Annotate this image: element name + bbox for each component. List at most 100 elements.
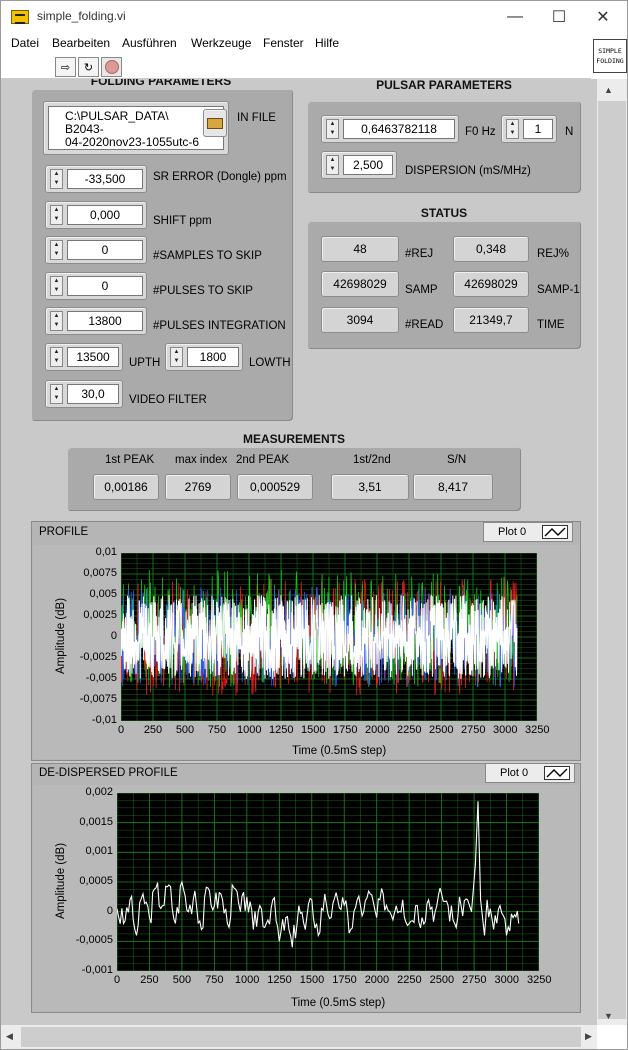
shift-field[interactable]: 0,000 [67,205,143,225]
x-tick-label: 500 [172,974,192,986]
rej-percent-indicator: 0,348 [453,236,529,262]
y-tick-label: 0,002 [85,786,113,798]
upth-spin[interactable]: ▲ ▼ [50,347,63,367]
labview-app-icon [11,10,29,24]
menu-ausfuehren[interactable]: Ausführen [122,36,177,50]
menu-fenster[interactable]: Fenster [263,36,304,50]
y-tick-label: -0,001 [81,964,113,976]
pulses-skip-spin[interactable]: ▲ ▼ [50,276,63,296]
browse-folder-icon[interactable] [203,109,227,137]
samp-indicator: 42698029 [321,271,399,297]
pulses-skip-control[interactable]: ▲ ▼ 0 [45,272,147,300]
f0-control[interactable]: ▲ ▼ 0,6463782118 [321,115,459,143]
x-tick-label: 2750 [461,724,486,736]
dedispersed-plot-area[interactable] [116,792,540,972]
peak2-label: 2nd PEAK [236,454,290,466]
sr-error-control[interactable]: ▲ ▼ -33,500 [45,165,147,193]
pulses-skip-label: #PULSES TO SKIP [153,285,253,297]
x-tick-label: 750 [205,974,224,986]
y-tick-label: 0,0015 [79,815,113,828]
close-button[interactable]: ✕ [581,1,625,33]
vi-icon-line1: SIMPLE [598,47,622,55]
menu-bearbeiten[interactable]: Bearbeiten [52,36,110,50]
menu-bar: Datei Bearbeiten Ausführen Werkzeuge Fen… [1,33,591,55]
upth-control[interactable]: ▲ ▼ 13500 [45,343,123,371]
in-file-path-field[interactable]: C:\PULSAR_DATA\ B2043- 04-2020nov23-1055… [48,106,224,150]
dedispersed-title: DE-DISPERSED PROFILE [39,767,178,779]
dispersion-spin[interactable]: ▲ ▼ [326,155,339,175]
y-tick-label: 0,001 [85,845,113,858]
shift-spin[interactable]: ▲ ▼ [50,205,63,225]
abort-stop-icon[interactable] [101,57,122,77]
lowth-control[interactable]: ▲ ▼ 1800 [165,343,243,371]
dedispersed-legend[interactable]: Plot 0 [485,763,575,783]
upth-field[interactable]: 13500 [67,347,119,367]
y-tick-label: -0,0025 [79,651,117,663]
video-filter-spin[interactable]: ▲ ▼ [50,384,63,404]
sr-error-field[interactable]: -33,500 [67,169,143,189]
pulses-integration-label: #PULSES INTEGRATION [153,320,286,332]
n-spin[interactable]: ▲ ▼ [506,119,519,139]
minimize-button[interactable]: — [493,1,537,33]
x-tick-label: 3000 [494,974,520,986]
status-title: STATUS [420,206,468,220]
maxidx-indicator: 2769 [165,474,231,500]
samp1-label: SAMP-1 [537,284,580,296]
profile-legend-label: Plot 0 [498,526,527,538]
in-file-path-control[interactable]: C:\PULSAR_DATA\ B2043- 04-2020nov23-1055… [43,101,229,155]
x-tick-label: 250 [143,724,163,736]
menu-datei[interactable]: Datei [11,36,39,50]
lowth-spin[interactable]: ▲ ▼ [170,347,183,367]
dedispersed-plot-svg [116,792,540,972]
scroll-left-icon[interactable]: ◀ [6,1031,13,1042]
x-tick-label: 1750 [332,974,357,986]
front-panel: FOLDING PARAMETERS C:\PULSAR_DATA\ B2043… [1,79,597,1025]
shift-control[interactable]: ▲ ▼ 0,000 [45,201,147,229]
run-arrow-icon[interactable]: ⇨ [55,57,76,77]
horizontal-scroll-thumb[interactable] [21,1027,581,1047]
profile-plot-area[interactable] [120,552,538,722]
scroll-down-icon[interactable]: ▼ [604,1011,613,1021]
dispersion-label: DISPERSION (mS/MHz) [405,165,531,177]
profile-xlabel: Time (0.5mS step) [292,745,387,757]
pulses-skip-field[interactable]: 0 [67,276,143,296]
samples-skip-field[interactable]: 0 [67,240,143,260]
pulses-integration-field[interactable]: 13800 [67,311,143,331]
y-tick-label: 0,0075 [83,567,117,579]
dispersion-field[interactable]: 2,500 [343,155,393,175]
ratio-label: 1st/2nd [353,454,391,466]
video-filter-field[interactable]: 30,0 [67,384,119,404]
x-tick-label: 2250 [397,974,422,986]
pulses-integration-control[interactable]: ▲ ▼ 13800 [45,307,147,335]
menu-hilfe[interactable]: Hilfe [315,36,339,50]
vertical-scroll-thumb[interactable] [598,101,626,1019]
measurements-title: MEASUREMENTS [242,432,345,446]
f0-spin[interactable]: ▲ ▼ [326,119,339,139]
y-tick-label: 0 [110,630,117,642]
profile-plot-svg [120,552,538,722]
samp1-indicator: 42698029 [453,271,529,297]
samples-skip-control[interactable]: ▲ ▼ 0 [45,236,147,264]
samples-skip-spin[interactable]: ▲ ▼ [50,240,63,260]
profile-legend[interactable]: Plot 0 [483,522,573,542]
peak1-label: 1st PEAK [105,454,155,466]
x-tick-label: 1500 [299,974,325,986]
x-tick-label: 1250 [269,724,294,736]
x-tick-label: 2000 [364,974,390,986]
dedispersed-xlabel: Time (0.5mS step) [291,997,386,1009]
sr-error-spin[interactable]: ▲ ▼ [50,169,63,189]
n-field[interactable]: 1 [523,119,553,139]
video-filter-control[interactable]: ▲ ▼ 30,0 [45,380,123,408]
scroll-up-icon[interactable]: ▲ [604,85,613,95]
f0-field[interactable]: 0,6463782118 [343,119,455,139]
pulses-integration-spin[interactable]: ▲ ▼ [50,311,63,331]
n-control[interactable]: ▲ ▼ 1 [501,115,557,143]
x-tick-label: 2500 [429,974,455,986]
menu-werkzeuge[interactable]: Werkzeuge [191,36,251,50]
scroll-right-icon[interactable]: ▶ [585,1031,592,1042]
maximize-button[interactable]: ☐ [537,1,581,33]
run-continuously-icon[interactable]: ↻ [78,57,99,77]
dispersion-control[interactable]: ▲ ▼ 2,500 [321,151,397,179]
pulsar-title: PULSAR PARAMETERS [376,79,512,92]
lowth-field[interactable]: 1800 [187,347,239,367]
